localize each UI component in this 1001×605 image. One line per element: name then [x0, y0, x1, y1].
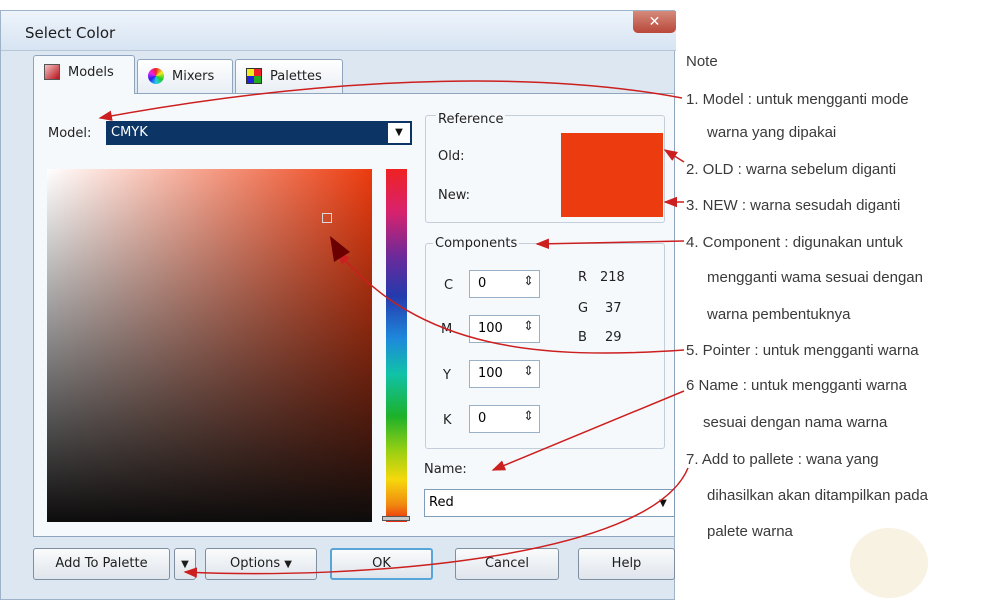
models-icon [44, 64, 60, 80]
note-line: 7. Add to pallete : wana yang [686, 451, 879, 468]
add-to-palette-label: Add To Palette [55, 556, 148, 571]
note-line: mengganti wama sesuai dengan [707, 269, 923, 286]
note-heading: Note [686, 53, 718, 70]
c-label: C [444, 278, 454, 293]
note-line: sesuai dengan nama warna [703, 414, 888, 431]
note-line: dihasilkan akan ditampilkan pada [707, 487, 928, 504]
spinner-icon: ⇕ [523, 319, 534, 334]
model-select[interactable]: CMYK ▼ [106, 121, 412, 145]
cancel-button[interactable]: Cancel [455, 548, 559, 580]
y-value: 100 [478, 366, 503, 381]
color-pointer[interactable] [322, 213, 332, 223]
tab-models[interactable]: Models [33, 55, 135, 94]
dialog-title: Select Color [25, 24, 116, 42]
b-label: B [578, 330, 587, 345]
note-line: 3. NEW : warna sesudah diganti [686, 197, 901, 214]
r-label: R [578, 270, 588, 285]
chevron-down-icon: ▼ [659, 498, 667, 509]
options-label: Options [229, 556, 281, 571]
tab-palettes[interactable]: Palettes [235, 59, 343, 93]
ok-button[interactable]: OK [330, 548, 433, 580]
close-icon: ✕ [648, 14, 661, 30]
m-input[interactable]: 100 ⇕ [469, 315, 540, 343]
reference-swatch [561, 133, 663, 217]
components-label: Components [433, 236, 520, 251]
hue-slider[interactable] [386, 169, 407, 522]
g-value: 37 [605, 301, 622, 316]
note-line: 6 Name : untuk mengganti warna [686, 377, 907, 394]
spinner-icon: ⇕ [523, 274, 534, 289]
help-button[interactable]: Help [578, 548, 675, 580]
close-button[interactable]: ✕ [633, 11, 676, 33]
note-line: 1. Model : untuk mengganti mode [686, 91, 909, 108]
y-label: Y [443, 368, 451, 383]
palettes-icon [246, 68, 262, 84]
model-value: CMYK [111, 125, 148, 140]
note-line: 5. Pointer : untuk mengganti warna [686, 342, 919, 359]
add-to-palette-dropdown[interactable]: ▼ [174, 548, 196, 580]
k-label: K [443, 413, 452, 428]
tab-mixers-label: Mixers [172, 69, 215, 84]
name-value: Red [429, 495, 454, 510]
reference-label: Reference [436, 112, 506, 127]
watermark-logo [850, 528, 928, 598]
note-line: 4. Component : digunakan untuk [686, 234, 903, 251]
chevron-down-icon: ▼ [388, 123, 410, 143]
k-value: 0 [478, 411, 487, 426]
k-input[interactable]: 0 ⇕ [469, 405, 540, 433]
add-to-palette-button[interactable]: Add To Palette [33, 548, 170, 580]
note-line: 2. OLD : warna sebelum diganti [686, 161, 897, 178]
ok-label: OK [372, 556, 391, 571]
r-value: 218 [600, 270, 625, 285]
name-label: Name: [424, 462, 467, 477]
model-label: Model: [48, 126, 92, 141]
y-input[interactable]: 100 ⇕ [469, 360, 540, 388]
tab-models-label: Models [68, 65, 114, 80]
options-button[interactable]: Options ▼ [205, 548, 317, 580]
c-value: 0 [478, 276, 487, 291]
tab-palettes-label: Palettes [270, 69, 322, 84]
b-value: 29 [605, 330, 622, 345]
new-label: New: [438, 188, 471, 203]
chevron-down-icon: ▼ [284, 559, 292, 570]
spinner-icon: ⇕ [523, 364, 534, 379]
note-line: palete warna [707, 523, 793, 540]
spinner-icon: ⇕ [523, 409, 534, 424]
name-select[interactable]: Red ▼ [424, 489, 675, 517]
note-line: warna yang dipakai [707, 124, 837, 141]
cancel-label: Cancel [484, 556, 530, 571]
old-label: Old: [438, 149, 465, 164]
tab-mixers[interactable]: Mixers [137, 59, 233, 93]
mixers-icon [148, 68, 164, 84]
help-label: Help [611, 556, 642, 571]
m-label: M [441, 322, 453, 337]
g-label: G [578, 301, 589, 316]
m-value: 100 [478, 321, 503, 336]
hue-slider-handle[interactable] [382, 516, 410, 521]
title-bar[interactable]: Select Color ✕ [1, 11, 676, 51]
note-line: warna pembentuknya [707, 306, 851, 323]
chevron-down-icon: ▼ [181, 559, 189, 570]
c-input[interactable]: 0 ⇕ [469, 270, 540, 298]
components-group [425, 243, 665, 449]
